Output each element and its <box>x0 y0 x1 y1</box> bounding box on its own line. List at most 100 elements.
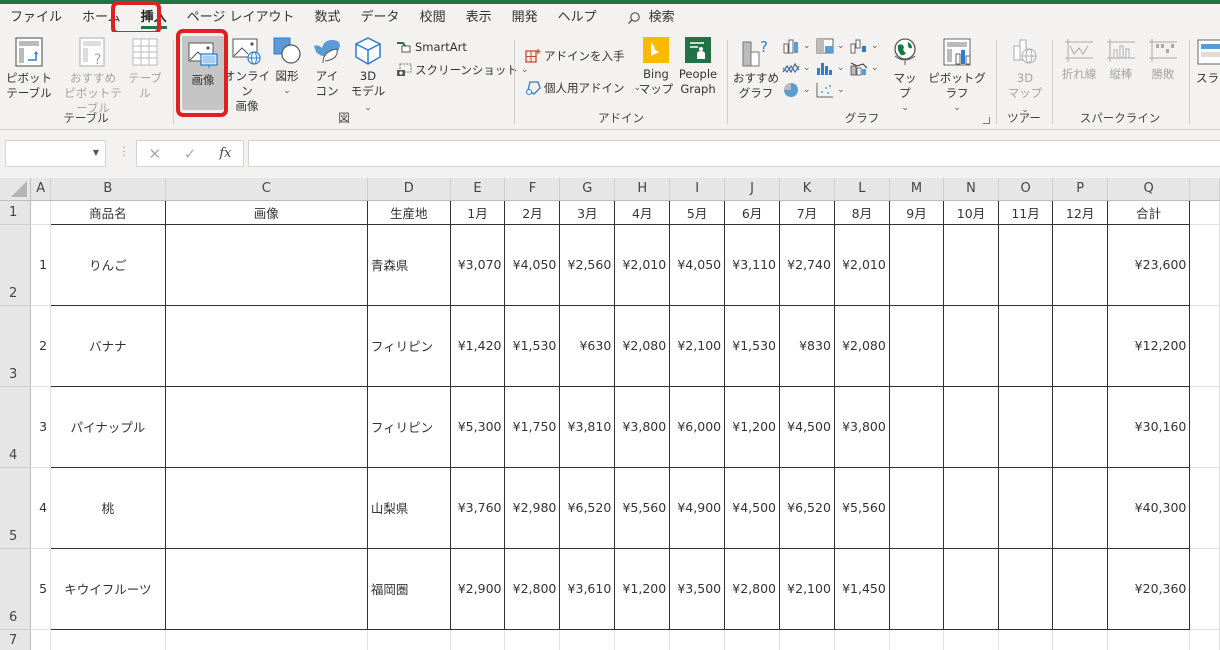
header-cell[interactable]: 生産地 <box>366 199 451 225</box>
column-header-g[interactable]: G <box>559 178 616 201</box>
my-addins-button[interactable]: 個人用アドイン ⌄ <box>525 80 641 96</box>
row-header[interactable]: 5 <box>0 467 32 549</box>
picture-button[interactable]: 画像 <box>182 36 224 110</box>
header-cell[interactable]: 5月 <box>669 199 726 225</box>
empty-cell[interactable] <box>50 628 166 650</box>
resize-handle-icon[interactable]: ⋮ <box>118 144 130 158</box>
column-header-k[interactable]: K <box>779 178 835 201</box>
month-value-cell[interactable]: ¥2,980 <box>504 466 561 549</box>
product-name-cell[interactable]: パイナップル <box>50 385 166 468</box>
origin-cell[interactable]: 青森県 <box>366 223 451 306</box>
image-cell[interactable] <box>164 385 368 468</box>
month-value-cell[interactable] <box>888 466 945 549</box>
pivot-table-button[interactable]: ピボット テーブル <box>6 36 52 101</box>
month-value-cell[interactable] <box>997 223 1054 306</box>
3d-models-button[interactable]: 3D モデル ⌄ <box>346 36 390 116</box>
product-name-cell[interactable]: バナナ <box>50 304 166 387</box>
month-value-cell[interactable]: ¥3,800 <box>614 385 671 468</box>
month-value-cell[interactable]: ¥1,530 <box>504 304 561 387</box>
month-value-cell[interactable] <box>1052 547 1108 630</box>
month-value-cell[interactable] <box>997 385 1054 468</box>
header-cell[interactable]: 4月 <box>614 199 671 225</box>
hierarchy-chart-button[interactable]: ⌄ <box>816 38 845 54</box>
statistic-chart-button[interactable]: ⌄ <box>816 60 845 76</box>
month-value-cell[interactable]: ¥4,900 <box>669 466 726 549</box>
month-value-cell[interactable]: ¥2,740 <box>779 223 835 306</box>
row-header[interactable]: 7 <box>0 629 32 650</box>
header-cell[interactable]: 合計 <box>1106 199 1191 225</box>
sparkline-column-button[interactable]: 縦棒 <box>1101 36 1141 82</box>
total-cell[interactable]: ¥30,160 <box>1106 385 1191 468</box>
pivot-chart-button[interactable]: ピボットグラフ ⌄ <box>924 36 990 116</box>
header-cell[interactable]: 11月 <box>997 199 1054 225</box>
header-cell[interactable]: 商品名 <box>50 199 166 225</box>
name-box[interactable]: ▼ <box>5 140 106 167</box>
header-cell[interactable] <box>30 199 52 225</box>
column-header-f[interactable]: F <box>504 178 561 201</box>
header-cell[interactable]: 9月 <box>888 199 945 225</box>
sparkline-line-button[interactable]: 折れ線 <box>1059 36 1099 82</box>
row-header[interactable]: 2 <box>0 224 32 306</box>
month-value-cell[interactable] <box>1052 304 1108 387</box>
screenshot-button[interactable]: スクリーンショット ⌄ <box>396 62 528 78</box>
image-cell[interactable] <box>164 223 368 306</box>
empty-cell[interactable] <box>833 628 890 650</box>
waterfall-chart-button[interactable]: ⌄ <box>850 38 879 54</box>
empty-cell[interactable] <box>669 628 726 650</box>
empty-cell[interactable] <box>1189 628 1220 650</box>
combo-chart-button[interactable]: ⌄ <box>850 60 879 76</box>
online-picture-button[interactable]: オンライン 画像 <box>224 36 270 114</box>
month-value-cell[interactable]: ¥2,800 <box>724 547 781 630</box>
empty-cell[interactable] <box>1189 223 1220 306</box>
select-all-button[interactable] <box>0 178 32 201</box>
empty-cell[interactable] <box>30 628 52 650</box>
month-value-cell[interactable]: ¥1,200 <box>724 385 781 468</box>
month-value-cell[interactable] <box>997 466 1054 549</box>
month-value-cell[interactable] <box>943 223 999 306</box>
month-value-cell[interactable]: ¥630 <box>559 304 616 387</box>
empty-cell[interactable] <box>164 628 368 650</box>
row-header[interactable]: 4 <box>0 386 32 468</box>
empty-cell[interactable] <box>997 628 1054 650</box>
column-header-l[interactable]: L <box>834 178 890 201</box>
month-value-cell[interactable] <box>997 304 1054 387</box>
month-value-cell[interactable]: ¥830 <box>779 304 835 387</box>
maps-button[interactable]: マップ ⌄ <box>888 36 922 116</box>
column-header-n[interactable]: N <box>943 178 999 201</box>
column-header-q[interactable]: Q <box>1107 178 1191 201</box>
tab-formulas[interactable]: 数式 <box>305 4 351 32</box>
month-value-cell[interactable]: ¥2,100 <box>669 304 726 387</box>
month-value-cell[interactable]: ¥1,420 <box>449 304 506 387</box>
empty-cell[interactable] <box>449 628 506 650</box>
month-value-cell[interactable] <box>943 385 999 468</box>
row-number-cell[interactable]: 5 <box>30 547 52 630</box>
formula-input[interactable] <box>248 140 1220 167</box>
shapes-button[interactable]: 図形 ⌄ <box>270 36 304 99</box>
search-box[interactable]: 検索 <box>607 4 685 32</box>
column-header-m[interactable]: M <box>889 178 945 201</box>
month-value-cell[interactable]: ¥2,010 <box>833 223 890 306</box>
month-value-cell[interactable] <box>943 547 999 630</box>
origin-cell[interactable]: フィリピン <box>366 385 451 468</box>
column-header-c[interactable]: C <box>165 178 368 201</box>
row-number-cell[interactable]: 4 <box>30 466 52 549</box>
recommended-pivot-button[interactable]: ? おすすめ ピボットテーブル <box>62 36 124 116</box>
product-name-cell[interactable]: りんご <box>50 223 166 306</box>
header-cell[interactable]: 8月 <box>833 199 890 225</box>
3d-map-button[interactable]: 3D マップ ⌄ <box>1003 36 1047 118</box>
month-value-cell[interactable]: ¥4,050 <box>504 223 561 306</box>
empty-cell[interactable] <box>1052 628 1108 650</box>
month-value-cell[interactable]: ¥1,530 <box>724 304 781 387</box>
cancel-icon[interactable]: ✕ <box>148 145 161 163</box>
month-value-cell[interactable]: ¥1,200 <box>614 547 671 630</box>
month-value-cell[interactable]: ¥6,000 <box>669 385 726 468</box>
month-value-cell[interactable] <box>888 223 945 306</box>
month-value-cell[interactable] <box>1052 385 1108 468</box>
month-value-cell[interactable]: ¥1,750 <box>504 385 561 468</box>
month-value-cell[interactable]: ¥2,080 <box>833 304 890 387</box>
month-value-cell[interactable]: ¥2,080 <box>614 304 671 387</box>
column-header-d[interactable]: D <box>367 178 451 201</box>
total-cell[interactable]: ¥40,300 <box>1106 466 1191 549</box>
month-value-cell[interactable]: ¥5,300 <box>449 385 506 468</box>
row-header[interactable]: 1 <box>0 200 32 225</box>
